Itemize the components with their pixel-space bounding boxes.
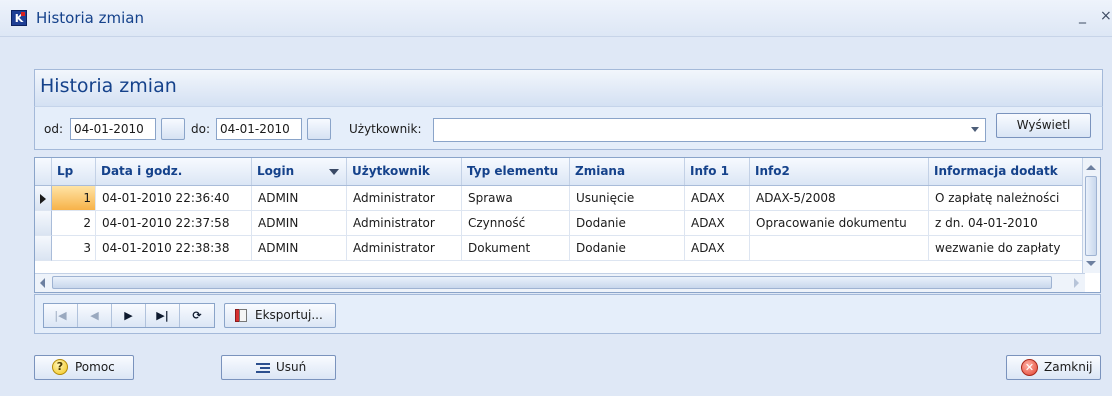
cell-user[interactable]: Administrator: [347, 236, 462, 261]
delete-list-icon: [256, 363, 270, 373]
scroll-up-icon[interactable]: [1086, 165, 1096, 170]
cell-datetime[interactable]: 04-01-2010 22:37:58: [96, 211, 252, 236]
column-header-user[interactable]: Użytkownik: [347, 158, 462, 185]
scroll-left-icon[interactable]: [40, 278, 45, 288]
cell-lp[interactable]: 1: [52, 186, 96, 211]
show-button[interactable]: Wyświetl: [996, 113, 1091, 138]
cell-login[interactable]: ADMIN: [252, 186, 347, 211]
cell-additional-info[interactable]: wezwanie do zapłaty: [929, 236, 1085, 261]
table-row[interactable]: 2 04-01-2010 22:37:58 ADMIN Administrato…: [35, 211, 1085, 236]
panel-title: Historia zmian: [40, 75, 177, 97]
next-record-button[interactable]: ▶: [112, 304, 146, 327]
row-indicator[interactable]: [35, 236, 52, 261]
to-date-picker-button[interactable]: [307, 118, 331, 140]
scroll-down-icon[interactable]: [1086, 261, 1096, 266]
app-logo-icon: K: [11, 10, 27, 26]
vertical-scrollbar[interactable]: [1082, 158, 1100, 273]
first-record-button[interactable]: |◀: [44, 304, 78, 327]
row-indicator[interactable]: [35, 211, 52, 236]
last-record-button[interactable]: ▶|: [146, 304, 180, 327]
cell-change[interactable]: Dodanie: [570, 211, 685, 236]
cell-element-type[interactable]: Czynność: [462, 211, 570, 236]
horizontal-scrollbar[interactable]: [35, 273, 1085, 292]
window-title: Historia zmian: [36, 9, 144, 27]
cell-login[interactable]: ADMIN: [252, 211, 347, 236]
cell-info1[interactable]: ADAX: [685, 211, 750, 236]
sort-descending-icon: [329, 169, 339, 175]
cell-additional-info[interactable]: z dn. 04-01-2010: [929, 211, 1085, 236]
table-row[interactable]: 3 04-01-2010 22:38:38 ADMIN Administrato…: [35, 236, 1085, 261]
cell-datetime[interactable]: 04-01-2010 22:38:38: [96, 236, 252, 261]
from-date-picker-button[interactable]: [161, 118, 185, 140]
header-panel: Historia zmian: [34, 69, 1103, 106]
user-label: Użytkownik:: [349, 122, 422, 136]
history-grid: Lp Data i godz. Login Użytkownik Typ ele…: [34, 157, 1101, 293]
close-icon: ✕: [1021, 359, 1038, 376]
close-label: Zamknij: [1044, 360, 1093, 374]
cell-element-type[interactable]: Dokument: [462, 236, 570, 261]
to-label: do:: [191, 122, 211, 136]
column-header-login-label: Login: [257, 164, 295, 178]
from-label: od:: [44, 122, 64, 136]
column-header-element-type[interactable]: Typ elementu: [462, 158, 570, 185]
row-indicator[interactable]: [35, 186, 52, 211]
cell-info2[interactable]: ADAX-5/2008: [750, 186, 929, 211]
title-bar: K Historia zmian _ ×: [0, 0, 1112, 37]
help-icon: ?: [52, 359, 68, 375]
export-label: Eksportuj...: [255, 308, 323, 322]
cell-element-type[interactable]: Sprawa: [462, 186, 570, 211]
cell-info1[interactable]: ADAX: [685, 236, 750, 261]
help-button[interactable]: ? Pomoc: [34, 355, 134, 380]
close-button[interactable]: ✕ Zamknij: [1006, 355, 1101, 380]
export-button[interactable]: Eksportuj...: [224, 303, 336, 328]
table-row[interactable]: 1 04-01-2010 22:36:40 ADMIN Administrato…: [35, 186, 1085, 211]
column-header-info2[interactable]: Info2: [750, 158, 929, 185]
refresh-button[interactable]: ⟳: [180, 304, 214, 327]
column-header-login[interactable]: Login: [252, 158, 347, 185]
minimize-button[interactable]: _: [1079, 8, 1086, 24]
history-window: K Historia zmian _ × Historia zmian od: …: [0, 0, 1112, 396]
column-header-lp[interactable]: Lp: [52, 158, 96, 185]
header-indicator: [35, 158, 52, 185]
delete-button[interactable]: Usuń: [221, 355, 336, 380]
delete-label: Usuń: [276, 360, 307, 374]
cell-lp[interactable]: 2: [52, 211, 96, 236]
horizontal-scroll-thumb[interactable]: [52, 276, 1052, 289]
cell-info2[interactable]: [750, 236, 929, 261]
navigator-bar: |◀ ◀ ▶ ▶| ⟳ Eksportuj...: [34, 294, 1101, 334]
cell-login[interactable]: ADMIN: [252, 236, 347, 261]
cell-change[interactable]: Dodanie: [570, 236, 685, 261]
column-header-change[interactable]: Zmiana: [570, 158, 685, 185]
filter-bar: od: 04-01-2010 do: 04-01-2010 Użytkownik…: [34, 106, 1103, 150]
vertical-scroll-thumb[interactable]: [1085, 176, 1097, 256]
from-date-input[interactable]: 04-01-2010: [70, 118, 156, 140]
cell-info2[interactable]: Opracowanie dokumentu: [750, 211, 929, 236]
cell-lp[interactable]: 3: [52, 236, 96, 261]
cell-user[interactable]: Administrator: [347, 211, 462, 236]
cell-change[interactable]: Usunięcie: [570, 186, 685, 211]
cell-datetime[interactable]: 04-01-2010 22:36:40: [96, 186, 252, 211]
grid-header: Lp Data i godz. Login Użytkownik Typ ele…: [35, 158, 1085, 186]
column-header-info1[interactable]: Info 1: [685, 158, 750, 185]
window-close-button[interactable]: ×: [1100, 8, 1110, 24]
export-icon: [235, 309, 247, 322]
chevron-down-icon[interactable]: [971, 127, 979, 132]
help-label: Pomoc: [75, 360, 115, 374]
previous-record-button[interactable]: ◀: [78, 304, 112, 327]
cell-user[interactable]: Administrator: [347, 186, 462, 211]
cell-info1[interactable]: ADAX: [685, 186, 750, 211]
column-header-datetime[interactable]: Data i godz.: [96, 158, 252, 185]
user-combobox[interactable]: [433, 118, 986, 142]
scroll-right-icon[interactable]: [1074, 278, 1079, 288]
cell-additional-info[interactable]: O zapłatę należności: [929, 186, 1085, 211]
current-row-arrow-icon: [40, 194, 46, 204]
record-navigator: |◀ ◀ ▶ ▶| ⟳: [43, 303, 215, 328]
to-date-input[interactable]: 04-01-2010: [216, 118, 302, 140]
column-header-additional-info[interactable]: Informacja dodatk: [929, 158, 1085, 185]
